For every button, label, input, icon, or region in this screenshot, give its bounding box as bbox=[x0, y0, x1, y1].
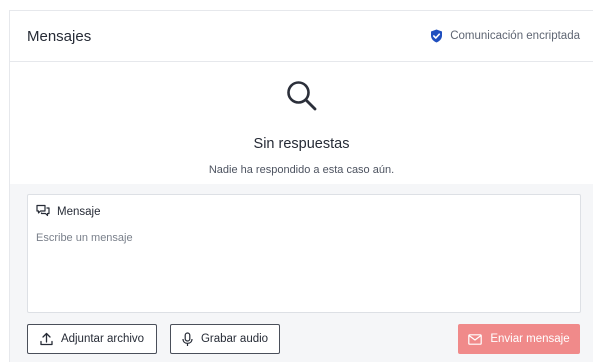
message-label-text: Mensaje bbox=[57, 206, 101, 218]
message-label: Mensaje bbox=[36, 204, 100, 220]
page-title: Mensajes bbox=[27, 27, 92, 45]
search-icon bbox=[285, 79, 319, 118]
send-message-label: Enviar mensaje bbox=[490, 333, 570, 345]
empty-state-title: Sin respuestas bbox=[253, 136, 350, 152]
messages-panel: Mensajes Comunicación encriptada Sin res… bbox=[9, 10, 593, 362]
composer: Mensaje Escribe un mensaje Adjuntar arch… bbox=[10, 184, 593, 362]
messages-header: Mensajes Comunicación encriptada bbox=[10, 11, 593, 62]
attach-file-button[interactable]: Adjuntar archivo bbox=[27, 324, 157, 354]
message-placeholder: Escribe un mensaje bbox=[36, 232, 133, 244]
attach-file-label: Adjuntar archivo bbox=[60, 333, 145, 345]
upload-icon bbox=[40, 332, 53, 346]
empty-state-subtitle: Nadie ha respondido a esta caso aún. bbox=[208, 164, 395, 176]
microphone-icon bbox=[182, 331, 193, 347]
send-message-button[interactable]: Enviar mensaje bbox=[458, 324, 580, 354]
chat-bubbles-icon bbox=[36, 204, 50, 220]
message-input[interactable]: Mensaje Escribe un mensaje bbox=[27, 194, 581, 313]
shield-check-icon bbox=[430, 29, 443, 43]
empty-state: Sin respuestas Nadie ha respondido a est… bbox=[10, 63, 593, 184]
record-audio-label: Grabar audio bbox=[200, 333, 269, 345]
encryption-label: Comunicación encriptada bbox=[450, 30, 580, 42]
record-audio-button[interactable]: Grabar audio bbox=[170, 324, 280, 354]
mail-icon bbox=[468, 333, 483, 345]
encryption-status: Comunicación encriptada bbox=[430, 29, 580, 43]
